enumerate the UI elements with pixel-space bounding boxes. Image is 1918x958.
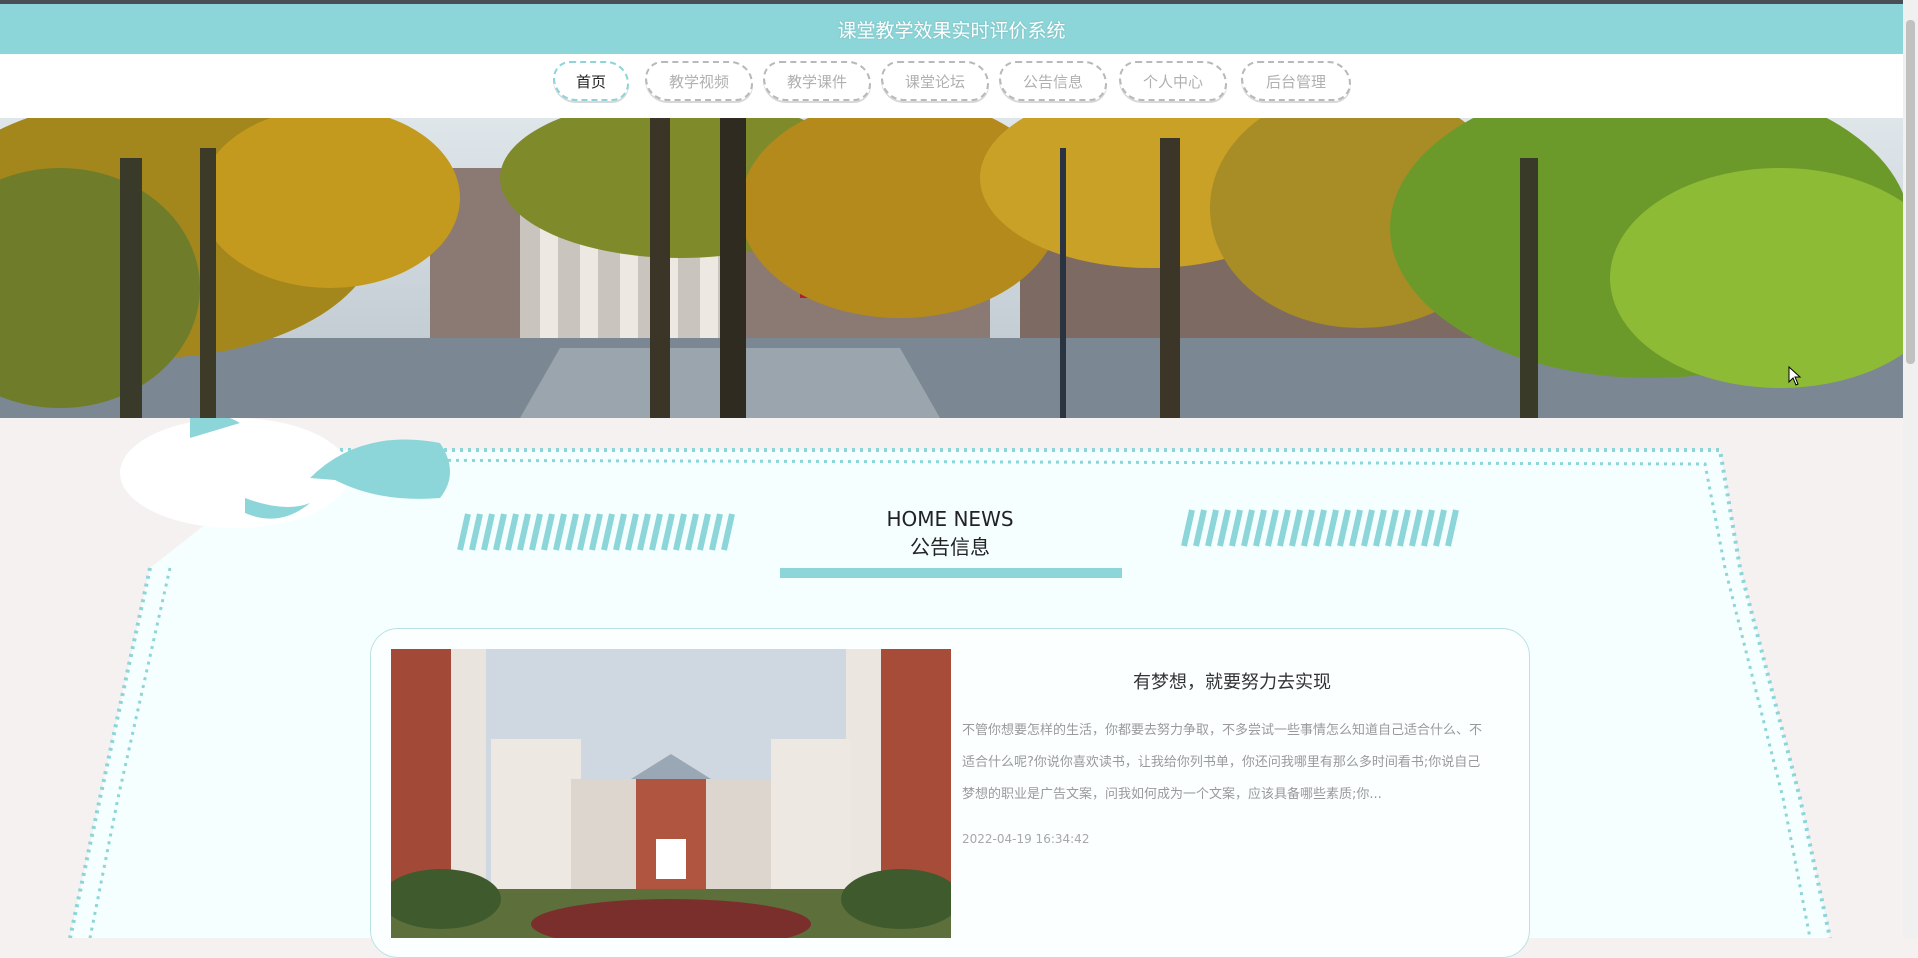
nav-item-teaching-videos[interactable]: 教学视频: [645, 61, 753, 101]
vertical-scrollbar[interactable]: [1903, 0, 1918, 938]
nav-item-personal-center[interactable]: 个人中心: [1119, 61, 1227, 101]
news-date: 2022-04-19 16:34:42: [962, 832, 1090, 846]
news-thumbnail-image[interactable]: [391, 649, 951, 938]
section-title-underline: [780, 568, 1122, 578]
section-title-cn: 公告信息: [910, 535, 990, 559]
nav-item-forum[interactable]: 课堂论坛: [881, 61, 989, 101]
section-heading: HOME NEWS 公告信息: [780, 505, 1120, 561]
site-title-bar: 课堂教学效果实时评价系统: [0, 4, 1903, 54]
news-excerpt: 不管你想要怎样的生活，你都要去努力争取，不多尝试一些事情怎么知道自己适合什么、不…: [962, 723, 1483, 802]
scrollbar-thumb[interactable]: [1906, 20, 1915, 364]
nav-item-announcements[interactable]: 公告信息: [999, 61, 1107, 101]
nav-item-courseware[interactable]: 教学课件: [763, 61, 871, 101]
nav-item-admin[interactable]: 后台管理: [1241, 61, 1351, 101]
mouse-cursor-icon: [1788, 365, 1802, 390]
campus-banner-image: [0, 118, 1903, 418]
nav-item-home[interactable]: 首页: [553, 61, 629, 101]
news-headline[interactable]: 有梦想，就要努力去实现: [962, 668, 1502, 694]
section-title-en: HOME NEWS: [886, 507, 1014, 531]
site-title: 课堂教学效果实时评价系统: [837, 19, 1066, 42]
main-navigation: 首页 教学视频 教学课件 课堂论坛 公告信息 个人中心 后台管理: [0, 54, 1903, 118]
